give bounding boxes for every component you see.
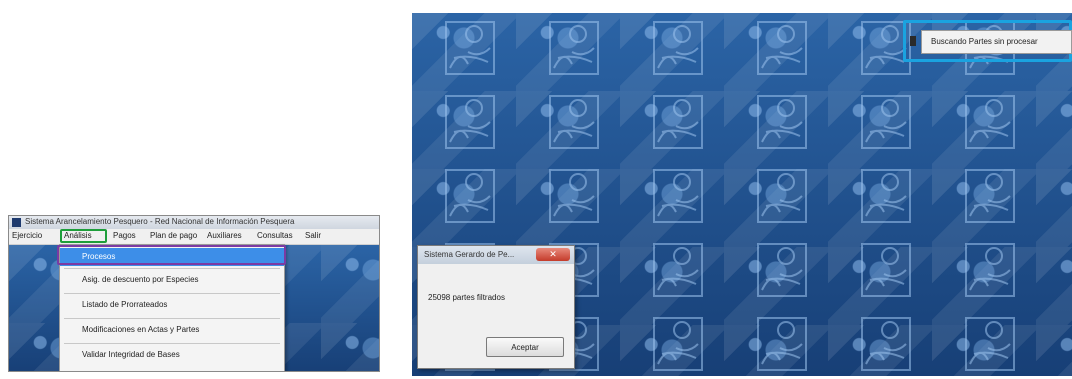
dropdown-item-asig-descuento[interactable]: Asig. de descuento por Especies (60, 271, 284, 289)
status-popup: Buscando Partes sin procesar (921, 30, 1072, 54)
menu-pagos[interactable]: Pagos (113, 231, 136, 240)
emblem-icon (648, 92, 708, 152)
dialog-titlebar: Sistema Gerardo de Pe... ✕ (418, 246, 574, 264)
emblem-icon (960, 92, 1020, 152)
message-dialog: Sistema Gerardo de Pe... ✕ 25098 partes … (417, 245, 575, 369)
menu-consultas[interactable]: Consultas (257, 231, 293, 240)
menu-auxiliares[interactable]: Auxiliares (207, 231, 242, 240)
emblem-icon (752, 314, 812, 374)
emblem-icon (960, 166, 1020, 226)
menu-salir[interactable]: Salir (305, 231, 321, 240)
dropdown-item-modificaciones[interactable]: Modificaciones en Actas y Partes (60, 321, 284, 339)
emblem-icon (752, 240, 812, 300)
dropdown-item-label: Asig. de descuento por Especies (82, 275, 199, 284)
dialog-message: 25098 partes filtrados (428, 293, 505, 302)
emblem-icon (544, 92, 604, 152)
dropdown-separator (64, 268, 280, 269)
dropdown-separator (64, 318, 280, 319)
emblem-icon (544, 18, 604, 78)
accept-button[interactable]: Aceptar (486, 337, 564, 357)
emblem-icon (440, 92, 500, 152)
close-icon[interactable]: ✕ (536, 248, 570, 261)
left-app-window: Sistema Arancelamiento Pesquero - Red Na… (8, 215, 380, 372)
dropdown-separator (64, 293, 280, 294)
emblem-icon (856, 166, 916, 226)
emblem-icon (960, 314, 1020, 374)
emblem-icon (752, 166, 812, 226)
emblem-icon (960, 240, 1020, 300)
window-title: Sistema Arancelamiento Pesquero - Red Na… (25, 217, 295, 226)
procesos-highlight-box (57, 245, 286, 265)
dialog-title: Sistema Gerardo de Pe... (424, 250, 515, 259)
emblem-icon (648, 166, 708, 226)
menu-ejercicio[interactable]: Ejercicio (12, 231, 42, 240)
emblem-icon (752, 18, 812, 78)
emblem-icon (440, 166, 500, 226)
dropdown-item-label: Listado de Prorrateados (82, 300, 168, 309)
dropdown-item-label: Modificaciones en Actas y Partes (82, 325, 200, 334)
emblem-icon (648, 240, 708, 300)
app-icon (12, 218, 21, 227)
dropdown-item-label: Validar Integridad de Bases (82, 350, 180, 359)
status-handle (910, 36, 916, 46)
dropdown-separator (64, 343, 280, 344)
emblem-icon (752, 92, 812, 152)
dropdown-item-listado[interactable]: Listado de Prorrateados (60, 296, 284, 314)
menu-highlight-box (60, 229, 107, 243)
menu-plan-de-pago[interactable]: Plan de pago (150, 231, 197, 240)
emblem-icon (440, 18, 500, 78)
window-titlebar: Sistema Arancelamiento Pesquero - Red Na… (9, 216, 379, 230)
emblem-icon (856, 92, 916, 152)
status-text: Buscando Partes sin procesar (931, 37, 1038, 46)
emblem-icon (648, 314, 708, 374)
emblem-icon (648, 18, 708, 78)
emblem-icon (856, 240, 916, 300)
emblem-icon (544, 166, 604, 226)
dropdown-item-validar[interactable]: Validar Integridad de Bases (60, 346, 284, 364)
emblem-icon (856, 314, 916, 374)
